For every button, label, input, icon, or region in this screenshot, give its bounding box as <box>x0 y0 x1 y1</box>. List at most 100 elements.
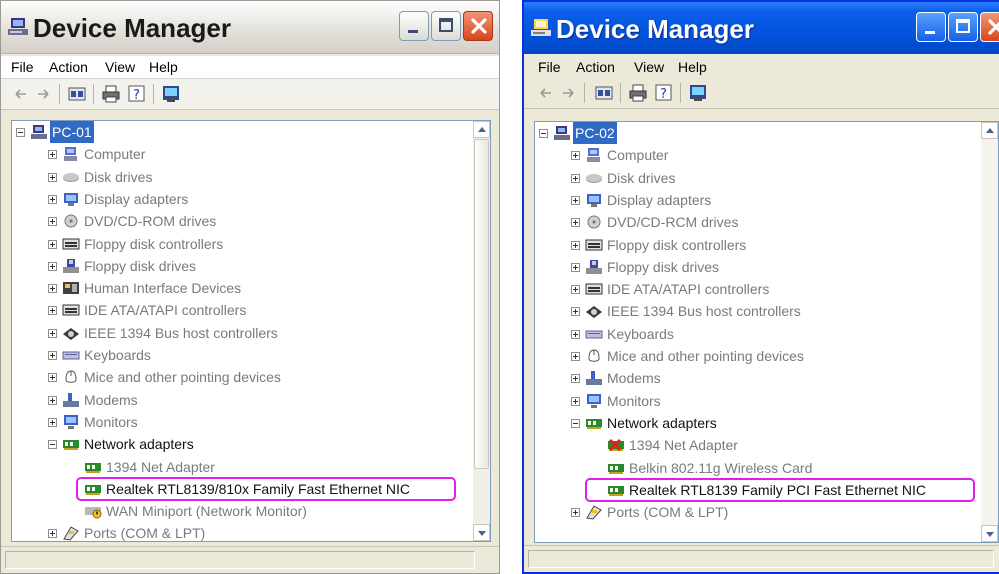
chevron-up-icon <box>986 128 994 133</box>
network-card-icon <box>85 463 101 473</box>
menu-view[interactable]: View <box>105 59 135 75</box>
menu-view[interactable]: View <box>634 59 664 75</box>
modem-icon <box>63 393 79 407</box>
expand-icon[interactable] <box>571 330 580 339</box>
node-label: IEEE 1394 Bus host controllers <box>84 325 278 341</box>
expand-icon[interactable] <box>48 373 57 382</box>
expand-icon[interactable] <box>571 174 580 183</box>
window-title: Device Manager <box>33 13 231 43</box>
node-label: Disk drives <box>84 169 153 185</box>
expand-icon[interactable] <box>571 263 580 272</box>
node-label: Mice and other pointing devices <box>84 369 281 385</box>
expand-icon[interactable] <box>571 285 580 294</box>
help-icon[interactable]: ? <box>127 84 147 104</box>
computer-icon <box>587 148 600 162</box>
controller-icon <box>62 238 80 250</box>
toolbar-separator <box>153 84 154 104</box>
node-label: Disk drives <box>607 170 676 186</box>
back-icon[interactable] <box>13 84 29 104</box>
menu-file[interactable]: File <box>11 59 34 75</box>
device-manager-window-pc01: Device Manager File Action View Help ? P… <box>0 0 500 574</box>
maximize-icon <box>956 19 970 33</box>
node-label: Monitors <box>84 414 138 430</box>
menu-bar: File Action View Help <box>524 56 999 78</box>
vertical-scrollbar[interactable] <box>981 122 998 542</box>
expand-icon[interactable] <box>48 240 57 249</box>
scan-hardware-icon[interactable] <box>161 84 181 104</box>
expand-icon[interactable] <box>571 241 580 250</box>
device-manager-icon <box>530 18 552 38</box>
computer-icon <box>64 147 77 161</box>
scroll-down-button[interactable] <box>473 524 490 541</box>
properties-icon[interactable] <box>67 84 87 104</box>
minimize-button[interactable] <box>399 11 429 41</box>
title-bar[interactable]: Device Manager <box>524 2 999 54</box>
expand-icon[interactable] <box>48 217 57 226</box>
vertical-scrollbar[interactable] <box>473 121 490 541</box>
expand-icon[interactable] <box>571 196 580 205</box>
title-bar[interactable]: Device Manager <box>1 1 499 54</box>
print-icon[interactable] <box>101 84 121 104</box>
modem-icon <box>586 371 602 385</box>
maximize-button[interactable] <box>431 11 461 41</box>
print-icon[interactable] <box>628 83 648 103</box>
expand-icon[interactable] <box>48 195 57 204</box>
collapse-icon[interactable] <box>539 129 548 138</box>
warning-network-icon <box>85 507 102 519</box>
forward-icon[interactable] <box>35 84 51 104</box>
node-label: Computer <box>607 147 669 163</box>
menu-action[interactable]: Action <box>49 59 88 75</box>
expand-icon[interactable] <box>48 396 57 405</box>
node-label: Floppy disk drives <box>84 258 197 274</box>
maximize-button[interactable] <box>948 12 978 42</box>
menu-action[interactable]: Action <box>576 59 615 75</box>
device-manager-icon <box>7 17 29 37</box>
close-button[interactable] <box>980 12 999 42</box>
collapse-icon[interactable] <box>16 128 25 137</box>
controller-icon <box>62 304 80 316</box>
node-label: DVD/CD-RCM drives <box>607 214 739 230</box>
expand-icon[interactable] <box>571 508 580 517</box>
expand-icon[interactable] <box>48 351 57 360</box>
collapse-icon[interactable] <box>571 419 580 428</box>
scroll-up-button[interactable] <box>473 121 490 138</box>
node-label: Network adapters <box>84 436 194 452</box>
scroll-thumb[interactable] <box>474 139 489 469</box>
disabled-network-card-icon <box>608 438 624 452</box>
expand-icon[interactable] <box>571 397 580 406</box>
scroll-up-button[interactable] <box>981 122 998 139</box>
forward-icon[interactable] <box>560 83 576 103</box>
expand-icon[interactable] <box>48 418 57 427</box>
expand-icon[interactable] <box>48 306 57 315</box>
node-label: 1394 Net Adapter <box>629 437 738 453</box>
menu-file[interactable]: File <box>538 59 561 75</box>
menu-help[interactable]: Help <box>149 59 178 75</box>
properties-icon[interactable] <box>594 83 614 103</box>
expand-icon[interactable] <box>48 529 57 538</box>
expand-icon[interactable] <box>571 218 580 227</box>
scan-hardware-icon[interactable] <box>688 83 708 103</box>
expand-icon[interactable] <box>571 307 580 316</box>
node-label: IEEE 1394 Bus host controllers <box>607 303 801 319</box>
node-label: Keyboards <box>607 326 674 342</box>
expand-icon[interactable] <box>571 151 580 160</box>
minimize-button[interactable] <box>916 12 946 42</box>
maximize-icon <box>439 18 453 32</box>
expand-icon[interactable] <box>48 150 57 159</box>
close-button[interactable] <box>463 11 493 41</box>
expand-icon[interactable] <box>571 374 580 383</box>
scroll-down-button[interactable] <box>981 525 998 542</box>
node-label: Floppy disk controllers <box>84 236 224 252</box>
expand-icon[interactable] <box>48 329 57 338</box>
menu-help[interactable]: Help <box>678 59 707 75</box>
device-tree: PC-01 Computer Disk drives Display adapter… <box>11 120 491 542</box>
expand-icon[interactable] <box>48 284 57 293</box>
help-icon[interactable]: ? <box>654 83 674 103</box>
back-icon[interactable] <box>538 83 554 103</box>
collapse-icon[interactable] <box>48 440 57 449</box>
expand-icon[interactable] <box>48 173 57 182</box>
svg-text:?: ? <box>133 88 140 103</box>
expand-icon[interactable] <box>571 352 580 361</box>
expand-icon[interactable] <box>48 262 57 271</box>
node-label: Ports (COM & LPT) <box>607 504 729 520</box>
